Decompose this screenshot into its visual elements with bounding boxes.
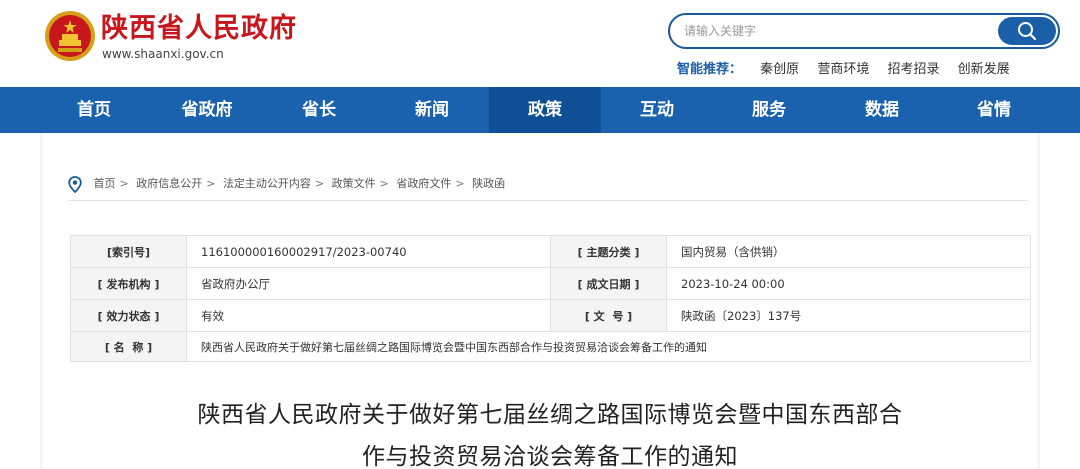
docno-label: [ 文 号 ] <box>550 299 667 332</box>
breadcrumb-separator: > <box>206 177 216 190</box>
table-row: [ 效力状态 ] 有效 [ 文 号 ] 陕政函〔2023〕137号 <box>70 299 1031 332</box>
breadcrumb-link[interactable]: 法定主动公开内容 <box>223 177 311 190</box>
divider <box>68 200 1028 201</box>
nav-item-data[interactable]: 数据 <box>826 87 938 133</box>
breadcrumb-separator: > <box>379 177 389 190</box>
breadcrumb-link[interactable]: 省政府文件 <box>396 177 451 190</box>
breadcrumb-current[interactable]: 陕政函 <box>472 177 505 190</box>
search-input[interactable] <box>684 22 984 40</box>
recommend-link[interactable]: 创新发展 <box>958 62 1010 77</box>
status-value: 有效 <box>186 299 551 332</box>
main-nav: 首页 省政府 省长 新闻 政策 互动 服务 数据 省情 <box>0 87 1080 133</box>
article-title-line: 陕西省人民政府关于做好第七届丝绸之路国际博览会暨中国东西部合 <box>197 402 903 428</box>
table-row: [ 发布机构 ] 省政府办公厅 [ 成文日期 ] 2023-10-24 00:0… <box>70 267 1031 300</box>
article-title-line: 作与投资贸易洽谈会筹备工作的通知 <box>362 444 738 469</box>
article-title: 陕西省人民政府关于做好第七届丝绸之路国际博览会暨中国东西部合 作与投资贸易洽谈会… <box>100 394 1000 469</box>
topic-label: [ 主题分类 ] <box>550 235 667 268</box>
panel-edge <box>40 133 44 469</box>
breadcrumb-link[interactable]: 政策文件 <box>332 177 376 190</box>
issuer-label: [ 发布机构 ] <box>70 267 187 300</box>
issuer-value: 省政府办公厅 <box>186 267 551 300</box>
table-row: [ 名 称 ] 陕西省人民政府关于做好第七届丝绸之路国际博览会暨中国东西部合作与… <box>70 331 1031 362</box>
document-info-table: [索引号] 116100000160002917/2023-00740 [ 主题… <box>70 235 1031 362</box>
recommend-label: 智能推荐： <box>677 62 743 77</box>
breadcrumb-link[interactable]: 政府信息公开 <box>136 177 202 190</box>
date-label: [ 成文日期 ] <box>550 267 667 300</box>
status-label: [ 效力状态 ] <box>70 299 187 332</box>
nav-item-policy[interactable]: 政策 <box>489 87 601 133</box>
nav-item-news[interactable]: 新闻 <box>376 87 488 133</box>
date-value: 2023-10-24 00:00 <box>666 267 1031 300</box>
name-value: 陕西省人民政府关于做好第七届丝绸之路国际博览会暨中国东西部合作与投资贸易洽谈会筹… <box>186 331 1031 362</box>
page: 陕西省人民政府 www.shaanxi.gov.cn 智能推荐： 秦创原 营商环… <box>0 0 1080 469</box>
topic-value: 国内贸易（含供销） <box>666 235 1031 268</box>
nav-item-province-info[interactable]: 省情 <box>938 87 1050 133</box>
smart-recommend: 智能推荐： 秦创原 营商环境 招考招录 创新发展 <box>677 61 1024 79</box>
search-box <box>668 13 1060 49</box>
breadcrumb-separator: > <box>119 177 129 190</box>
nav-item-home[interactable]: 首页 <box>38 87 150 133</box>
recommend-link[interactable]: 秦创原 <box>760 62 799 77</box>
national-emblem-icon[interactable] <box>44 10 96 62</box>
breadcrumb-link[interactable]: 首页 <box>94 177 116 190</box>
panel-edge <box>1036 133 1040 469</box>
recommend-link[interactable]: 招考招录 <box>887 62 939 77</box>
breadcrumb-separator: > <box>455 177 465 190</box>
nav-item-provincial-government[interactable]: 省政府 <box>151 87 263 133</box>
search-button[interactable] <box>998 17 1056 45</box>
nav-item-services[interactable]: 服务 <box>713 87 825 133</box>
name-label: [ 名 称 ] <box>70 331 187 362</box>
breadcrumb: 首页 > 政府信息公开 > 法定主动公开内容 > 政策文件 > 省政府文件 > 陕政函 <box>68 174 505 194</box>
index-value: 116100000160002917/2023-00740 <box>186 235 551 268</box>
nav-item-interaction[interactable]: 互动 <box>601 87 713 133</box>
site-name[interactable]: 陕西省人民政府 <box>101 12 297 46</box>
index-label: [索引号] <box>70 235 187 268</box>
breadcrumb-separator: > <box>314 177 325 190</box>
location-pin-icon <box>68 175 82 193</box>
search-icon <box>1018 22 1037 41</box>
docno-value: 陕政函〔2023〕137号 <box>666 299 1031 332</box>
recommend-link[interactable]: 营商环境 <box>817 62 869 77</box>
table-row: [索引号] 116100000160002917/2023-00740 [ 主题… <box>70 235 1031 268</box>
site-url: www.shaanxi.gov.cn <box>102 47 224 61</box>
nav-item-governor[interactable]: 省长 <box>263 87 375 133</box>
